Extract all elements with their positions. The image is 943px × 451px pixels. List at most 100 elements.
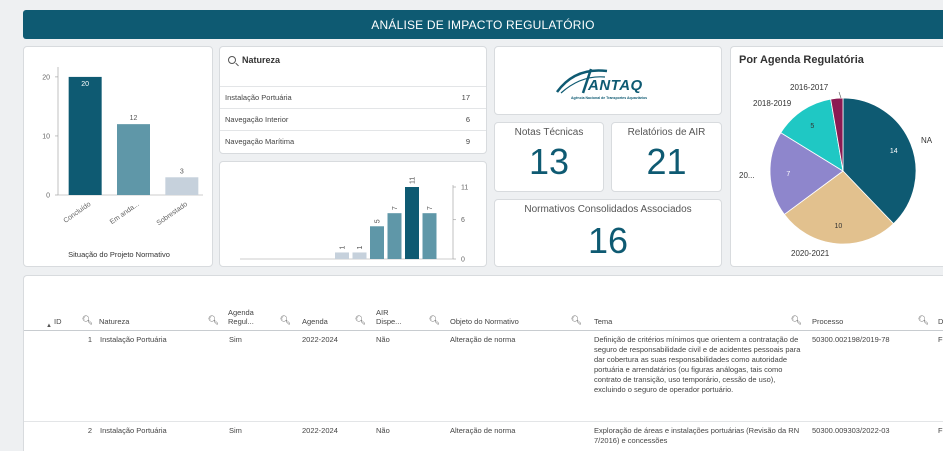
search-icon[interactable]: 🔍︎ [571, 316, 582, 325]
search-icon[interactable]: 🔍︎ [208, 316, 219, 325]
bar-value-label: 5 [375, 219, 382, 223]
pie-label-20: 20... [739, 171, 755, 180]
pie-label-na: NA [921, 136, 933, 145]
pie-value-label: 7 [786, 171, 790, 178]
column-header-extra[interactable]: D [938, 300, 943, 328]
situacao-chart-card[interactable]: 0 10 20 20 Concluído 12 Em anda... 3 Sobrestado … [23, 46, 213, 267]
situacao-chart-title: Situação do Projeto Normativo [68, 250, 170, 259]
situacao-bar-chart[interactable]: 0 10 20 20 Concluído 12 Em anda... 3 Sobrestado [24, 47, 214, 268]
natureza-title: Natureza [242, 55, 281, 65]
bar-value-label: 12 [130, 115, 138, 122]
agenda-pie-chart[interactable]: 14 10 7 5 [731, 47, 943, 268]
y-tick-label: 20 [42, 74, 50, 81]
search-icon[interactable]: 🔍︎ [791, 316, 802, 325]
natureza-item-label: Instalação Portuária [225, 93, 292, 102]
cell-processo: 50300.009303/2022-03 [812, 426, 890, 435]
bar [117, 124, 150, 195]
normativos-card: Normativos Consolidados Associados 16 [494, 199, 722, 267]
y-tick-label: 0 [461, 257, 465, 264]
search-icon[interactable]: 🔍︎ [82, 316, 93, 325]
bar-value-label: 1 [340, 245, 347, 249]
column-header-natureza[interactable]: Natureza 🔍︎ [99, 300, 223, 328]
logo-name: ANTAQ [588, 77, 643, 94]
x-tick-label: Concluído [62, 201, 92, 225]
pie-label-2018-2019: 2018-2019 [753, 99, 792, 108]
bar-value-label: 20 [81, 81, 89, 88]
cell-agenda: 2022-2024 [302, 335, 338, 344]
column-label: Tema [594, 317, 613, 326]
column-label: Agenda [302, 317, 328, 326]
column-label: Processo [812, 317, 844, 326]
bar [165, 177, 199, 195]
x-tick-label: Sobrestado [156, 201, 189, 227]
cell-air: Não [376, 335, 390, 344]
mini-chart-card[interactable]: 0 6 11 1 1 5 7 11 7 [219, 161, 487, 267]
cell-id: 2 [87, 426, 92, 435]
natureza-item-label: Navegação Marítima [225, 137, 295, 146]
bar [335, 252, 349, 259]
bar [68, 76, 102, 195]
search-icon[interactable]: 🔍︎ [918, 316, 929, 325]
column-label: Natureza [99, 317, 130, 326]
mini-bar-chart[interactable]: 06111 157117 [220, 162, 488, 268]
list-item[interactable]: Instalação Portuária 17 [220, 86, 486, 108]
column-header-agenda-regulatoria[interactable]: Agenda Regul... 🔍︎ [228, 300, 295, 328]
notas-tecnicas-value: 13 [528, 141, 570, 182]
natureza-item-count: 6 [465, 115, 470, 124]
pie-label-2016-2017: 2016-2017 [790, 83, 829, 92]
x-tick-label: Em anda... [109, 201, 141, 226]
pie-label-2020-2021: 2020-2021 [791, 249, 830, 258]
normativos-label: Normativos Consolidados Associados [524, 204, 692, 215]
column-label: Objeto do Normativo [450, 317, 519, 326]
y-tick-label: 0 [46, 193, 50, 200]
normativos-value: 16 [587, 220, 629, 261]
column-header-processo[interactable]: Processo 🔍︎ [812, 300, 933, 328]
relatorios-air-value: 21 [646, 141, 687, 182]
search-icon[interactable]: 🔍︎ [429, 316, 440, 325]
column-header-agenda[interactable]: Agenda 🔍︎ [302, 300, 370, 328]
bar [370, 226, 384, 259]
column-header-objeto[interactable]: Objeto do Normativo 🔍︎ [450, 300, 586, 328]
logo-subtitle: Agência Nacional de Transportes Aquaviár… [570, 96, 648, 100]
column-header-id[interactable]: ▲ ID 🔍︎ [30, 300, 97, 330]
natureza-item-label: Navegação Interior [225, 115, 289, 124]
cell-agenda-regulatoria: Sim [229, 335, 242, 344]
y-tick-label: 10 [42, 133, 50, 140]
bar [422, 213, 437, 259]
cell-extra: F [938, 335, 943, 344]
cell-tema: Exploração de áreas e instalações portuá… [594, 426, 800, 445]
dashboard-title: ANÁLISE DE IMPACTO REGULATÓRIO [371, 17, 595, 32]
cell-id: 1 [87, 335, 92, 344]
pie-value-label: 14 [890, 148, 898, 155]
cell-processo: 50300.002198/2019-78 [812, 335, 890, 344]
search-icon[interactable]: 🔍︎ [280, 316, 291, 325]
logo-card: ANTAQ Agência Nacional de Transportes Aq… [494, 46, 722, 115]
cell-tema: Definição de critérios mínimos que orien… [594, 335, 801, 394]
bar-value-label: 7 [427, 206, 434, 210]
natureza-header[interactable]: Natureza [228, 55, 280, 65]
agenda-pie-card[interactable]: Por Agenda Regulatória 14 10 7 5 2016-2017 … [730, 46, 943, 267]
natureza-item-count: 17 [461, 93, 470, 102]
dashboard-header: ANÁLISE DE IMPACTO REGULATÓRIO [23, 10, 943, 39]
bar [352, 252, 367, 259]
column-header-air-dispensada[interactable]: AIR Dispe... 🔍︎ [376, 300, 444, 328]
y-tick-label: 11 [461, 185, 468, 192]
cell-natureza: Instalação Portuária [100, 426, 167, 435]
relatorios-air-label: Relatórios de AIR [627, 127, 706, 138]
header-divider [24, 330, 943, 331]
cell-extra: F [938, 426, 943, 435]
list-item[interactable]: Navegação Marítima 9 [220, 130, 486, 152]
column-label: AIR Dispe... [376, 308, 402, 326]
natureza-item-count: 9 [465, 137, 470, 146]
y-tick-label: 6 [461, 217, 465, 224]
column-header-tema[interactable]: Tema 🔍︎ [594, 300, 806, 328]
search-icon[interactable] [228, 56, 236, 64]
search-icon[interactable]: 🔍︎ [355, 316, 366, 325]
list-item[interactable]: Navegação Interior 6 [220, 108, 486, 130]
natureza-filter-card[interactable]: Natureza Instalação Portuária 17 Navegaç… [219, 46, 487, 154]
column-label: Agenda Regul... [228, 308, 254, 326]
cell-objeto: Alteração de norma [450, 335, 516, 344]
notas-tecnicas-label: Notas Técnicas [514, 127, 584, 138]
bar-value-label: 1 [357, 245, 364, 249]
cell-objeto: Alteração de norma [450, 426, 516, 435]
